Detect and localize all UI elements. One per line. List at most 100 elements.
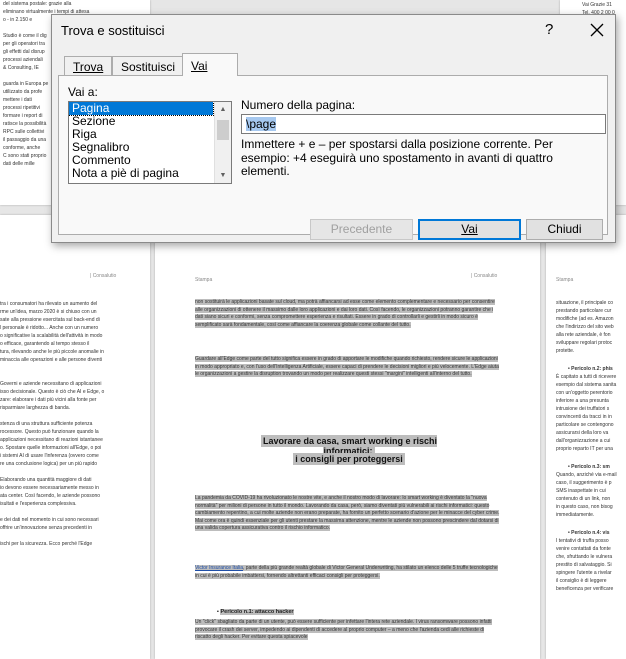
page-header-label: | Consalutio <box>90 273 117 279</box>
text-line: convincenti da tracci in in <box>556 414 612 420</box>
page-text: situazione, il principale co prestando pa… <box>556 299 626 593</box>
text-line: È capitato a tutti di ricevere <box>556 374 617 380</box>
text-line: con un'oggetto perentorio <box>556 390 613 396</box>
text-line: venire contattati da fonte <box>556 546 611 552</box>
text-line: zare: elaborare i dati più vicini alla f… <box>0 397 97 403</box>
goto-button[interactable]: Vai <box>418 219 521 240</box>
scrollbar-thumb[interactable] <box>217 120 229 140</box>
text-line: applicazioni necessitano di reazioni ist… <box>0 437 103 443</box>
section-heading: i consigli per proteggersi <box>293 453 405 465</box>
text-line: risparmiare larghezza di banda. <box>0 405 71 411</box>
text-line: ata center. Così facendo, le aziende pos… <box>0 493 101 499</box>
tab-find[interactable]: Trova <box>64 56 113 75</box>
page-header-label: Stampa <box>556 277 574 283</box>
goto-panel: Vai a: Pagina Sezione Riga Segnalibro Co… <box>58 75 608 240</box>
text-line: esempio dal sistema sanita <box>556 382 617 388</box>
text-line: dall'organizzazione a cui <box>556 438 611 444</box>
text-line: Governi e aziende necessitano di applica… <box>0 381 102 387</box>
text-line: intrusione dei truffatori s <box>556 406 610 412</box>
text-line: o efficace, garantendo al tempo stesso i… <box>0 341 90 347</box>
text-line: minaccia alle operazioni e alle persone … <box>0 357 103 363</box>
document-page-left: | Consalutio tra i consumatori ha rileva… <box>0 215 150 659</box>
text-line <box>0 468 148 476</box>
document-page-right: Stampa situazione, il principale co prest… <box>546 215 626 659</box>
scroll-down-arrow-icon[interactable]: ▼ <box>215 168 231 183</box>
text-line: immediatamente. <box>556 512 595 518</box>
tab-bar: Trova Sostituisci Vai <box>58 53 608 76</box>
text-line: alla rete aziendale, è fon <box>556 332 611 338</box>
text-line: stenza di una struttura sufficiente pote… <box>0 421 93 427</box>
text-line: inferiore a una presunta <box>556 398 609 404</box>
text-line: isso decisionale. Questo è ciò che AI e … <box>0 389 105 395</box>
goto-label: Vai a: <box>68 85 98 99</box>
page-header-label: | Consalutio <box>471 273 498 279</box>
text-line: e dei dati nel momento in cui sono neces… <box>0 517 99 523</box>
paragraph: La pandemia da COVID-19 ha rivoluzionato… <box>195 495 500 532</box>
text-line <box>0 412 148 420</box>
tab-goto[interactable]: Vai <box>182 53 238 76</box>
paragraph: non sostituirà le applicazioni basate su… <box>195 299 495 328</box>
page-header-text: Vai Grazie 31 <box>582 2 612 8</box>
text-line: spingere l'utente a rivelar <box>556 570 612 576</box>
text-line: tra i consumatori ha rilevato un aumento… <box>0 301 98 307</box>
help-text: Immettere + e – per spostarsi dalla posi… <box>241 137 553 178</box>
text-line: ischi per la sicurezza. Ecco perché l'Ed… <box>0 541 93 547</box>
text-line: rocessore. Questo può funzionare quando … <box>0 429 99 435</box>
tab-replace[interactable]: Sostituisci <box>112 56 185 75</box>
text-line: o. Spostare quelle informazioni all'Edge… <box>0 445 102 451</box>
bullet-heading: • Pericolo n.4: vis <box>568 530 610 536</box>
text-line: in questo caso, non bisog <box>556 504 613 510</box>
text-line: che, sfruttando le vulnera <box>556 554 613 560</box>
goto-type-listbox[interactable]: Pagina Sezione Riga Segnalibro Commento … <box>68 101 232 184</box>
dialog-title: Trova e sostituisci <box>61 23 165 38</box>
bullet-heading: • Pericolo n.2: phis <box>568 366 613 372</box>
paragraph: Guardare all'Edge come parte del tutto s… <box>195 356 499 378</box>
bullet-heading: • Pericolo n.3: sm <box>568 464 610 470</box>
text-line <box>0 372 148 380</box>
page-text: tra i consumatori ha rilevato un aumento… <box>0 300 148 548</box>
text-line: protette. <box>556 348 575 354</box>
text-line: o significative la scalabilità dell'atti… <box>0 333 103 339</box>
page-number-input[interactable]: \page <box>241 114 606 134</box>
text-line <box>0 364 148 372</box>
text-line: SMS inaspettate in cui <box>556 488 606 494</box>
close-dialog-button[interactable]: Chiudi <box>526 219 603 240</box>
text-line: contenuto di un link, non <box>556 496 611 502</box>
text-line: assicurarsi della loro va <box>556 430 609 436</box>
page-header-label: Stampa <box>195 277 213 283</box>
text-line: prestito di salvataggio. Si <box>556 562 612 568</box>
text-line: proprio reparto IT per una <box>556 446 613 452</box>
scroll-up-arrow-icon[interactable]: ▲ <box>215 102 231 117</box>
document-page-center: Stampa | Consalutio non sostituirà le ap… <box>155 215 540 659</box>
help-button[interactable]: ? <box>545 21 553 38</box>
text-line: sviluppare regolari protoc <box>556 340 613 346</box>
previous-button[interactable]: Precedente <box>310 219 413 240</box>
text-line: il consiglio è di leggere <box>556 578 607 584</box>
text-line: del sistema postale: grazie alla <box>3 1 72 7</box>
text-line: rme un'idea, marzo 2020 è si chiuso con … <box>0 309 97 315</box>
text-line: sate alla pressione esercitata sul back-… <box>0 317 100 323</box>
link[interactable]: Victor Insurance Italia <box>195 565 243 571</box>
listbox-scrollbar[interactable]: ▲ ▼ <box>214 102 231 183</box>
text-line: offrire un'innovazione senza precedenti … <box>0 525 93 531</box>
text-line: Quando, anziché via e-mail <box>556 472 617 478</box>
text-line: prestando particolare cur <box>556 308 612 314</box>
text-line: io devono essere necessariamente messo i… <box>0 485 99 491</box>
text-line: che l'indirizzo del sito web <box>556 324 614 330</box>
page-number-value: \page <box>246 117 277 131</box>
text-line: l personale è ridotto... Anche con un nu… <box>0 325 99 331</box>
text-line: modifiche (ad es. Amazon <box>556 316 614 322</box>
text-line: situazione, il principale co <box>556 300 613 306</box>
text-line: caso, il suggerimento è p <box>556 480 612 486</box>
text-line <box>0 508 148 516</box>
list-item-footnote[interactable]: Nota a piè di pagina <box>69 167 213 180</box>
find-replace-dialog: Trova e sostituisci ? Trova Sostituisci … <box>51 14 616 243</box>
close-button[interactable] <box>585 18 609 42</box>
text-line <box>0 532 148 540</box>
text-line: i sistemi AI di usare l'inferenza (ovver… <box>0 453 99 459</box>
text-line: tura, rilevando anche le più piccole ano… <box>0 349 104 355</box>
page-number-label: Numero della pagina: <box>241 98 356 112</box>
paragraph: Un "click" sbagliato da parte di un uten… <box>195 619 492 641</box>
text-line: isultati e l'esperienza complessiva. <box>0 501 77 507</box>
text-line: beneficenza per verificare <box>556 586 614 592</box>
